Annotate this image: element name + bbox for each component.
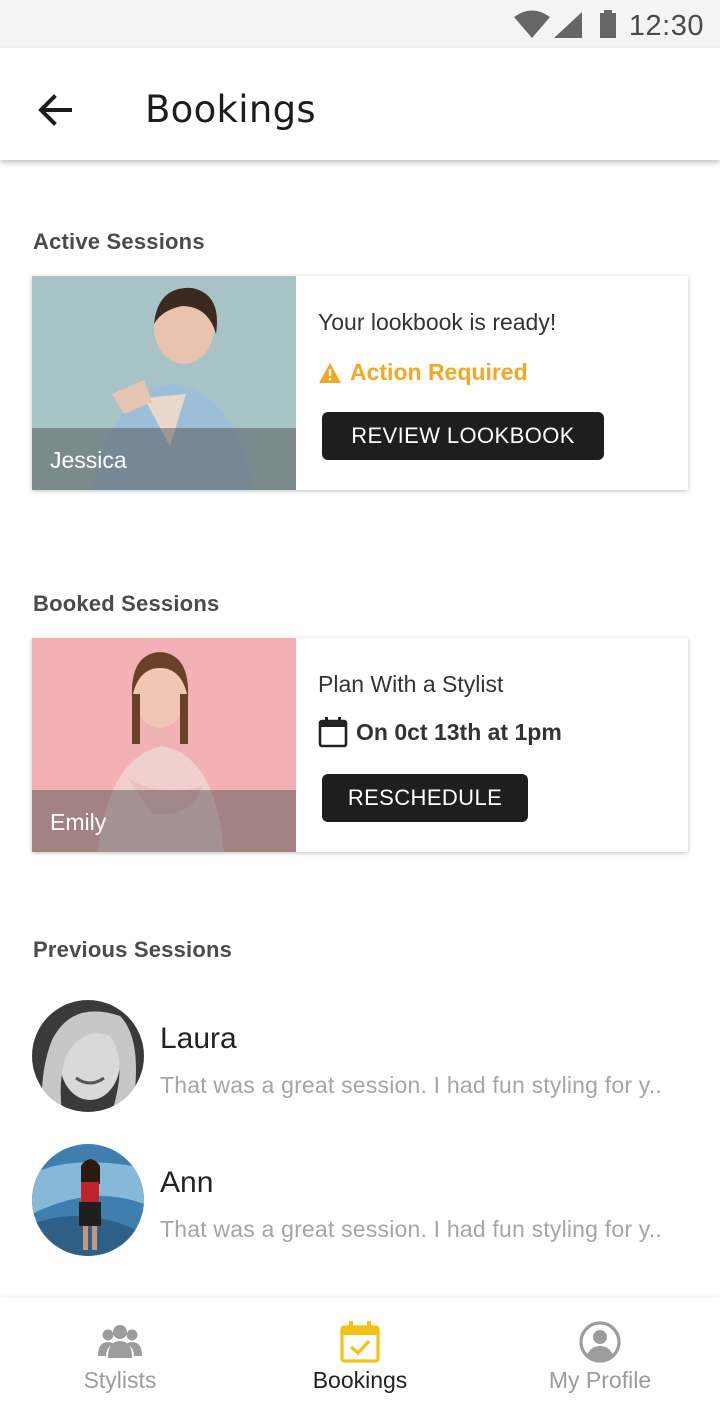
back-button[interactable] xyxy=(30,84,82,136)
action-required-label: Action Required xyxy=(350,359,528,385)
group-icon xyxy=(98,1325,142,1358)
active-sessions-title: Active Sessions xyxy=(33,229,205,254)
list-item[interactable]: Laura That was a great session. I had fu… xyxy=(32,1000,692,1112)
stylist-photo: Jessica xyxy=(32,276,296,490)
active-session-card[interactable]: Jessica Your lookbook is ready! Action R… xyxy=(32,276,688,490)
reschedule-button[interactable]: RESCHEDULE xyxy=(322,774,528,822)
list-item[interactable]: Ann That was a great session. I had fun … xyxy=(32,1144,692,1256)
client-name: Ann xyxy=(160,1166,214,1199)
action-required-status: Action Required xyxy=(318,359,528,386)
account-circle-icon xyxy=(579,1321,621,1363)
session-date: On 0ct 13th at 1pm xyxy=(318,716,562,748)
nav-item-bookings[interactable]: Bookings xyxy=(240,1298,480,1402)
page-title: Bookings xyxy=(145,88,316,131)
booked-session-card[interactable]: Emily Plan With a Stylist On 0ct 13th at… xyxy=(32,638,688,852)
warning-icon xyxy=(319,362,341,383)
nav-label: Stylists xyxy=(83,1367,157,1393)
wifi-icon xyxy=(514,10,550,38)
app-bar: Bookings xyxy=(0,48,720,160)
nav-label: Bookings xyxy=(312,1367,408,1393)
calendar-icon xyxy=(318,717,348,748)
avatar xyxy=(32,1000,144,1112)
message-preview: That was a great session. I had fun styl… xyxy=(160,1216,662,1242)
battery-icon xyxy=(600,10,616,38)
nav-label: My Profile xyxy=(548,1367,652,1393)
previous-sessions-title: Previous Sessions xyxy=(33,937,233,962)
stylist-name: Emily xyxy=(50,809,107,835)
card-heading: Plan With a Stylist xyxy=(318,671,504,697)
avatar xyxy=(32,1144,144,1256)
review-lookbook-button[interactable]: REVIEW LOOKBOOK xyxy=(322,412,604,460)
client-name: Laura xyxy=(160,1022,237,1055)
status-bar: 12:30 xyxy=(0,0,720,48)
calendar-check-icon xyxy=(340,1321,380,1363)
stylist-photo: Emily xyxy=(32,638,296,852)
nav-item-my-profile[interactable]: My Profile xyxy=(480,1298,720,1402)
bottom-navigation: Stylists Bookings My Profile xyxy=(0,1298,720,1402)
message-preview: That was a great session. I had fun styl… xyxy=(160,1072,662,1098)
status-time: 12:30 xyxy=(628,10,704,42)
booked-sessions-title: Booked Sessions xyxy=(33,591,220,616)
stylist-name: Jessica xyxy=(50,447,127,473)
cell-signal-icon xyxy=(554,12,582,38)
arrow-back-icon xyxy=(38,94,72,126)
nav-item-stylists[interactable]: Stylists xyxy=(0,1298,240,1402)
session-date-label: On 0ct 13th at 1pm xyxy=(356,718,562,745)
card-heading: Your lookbook is ready! xyxy=(318,309,557,335)
